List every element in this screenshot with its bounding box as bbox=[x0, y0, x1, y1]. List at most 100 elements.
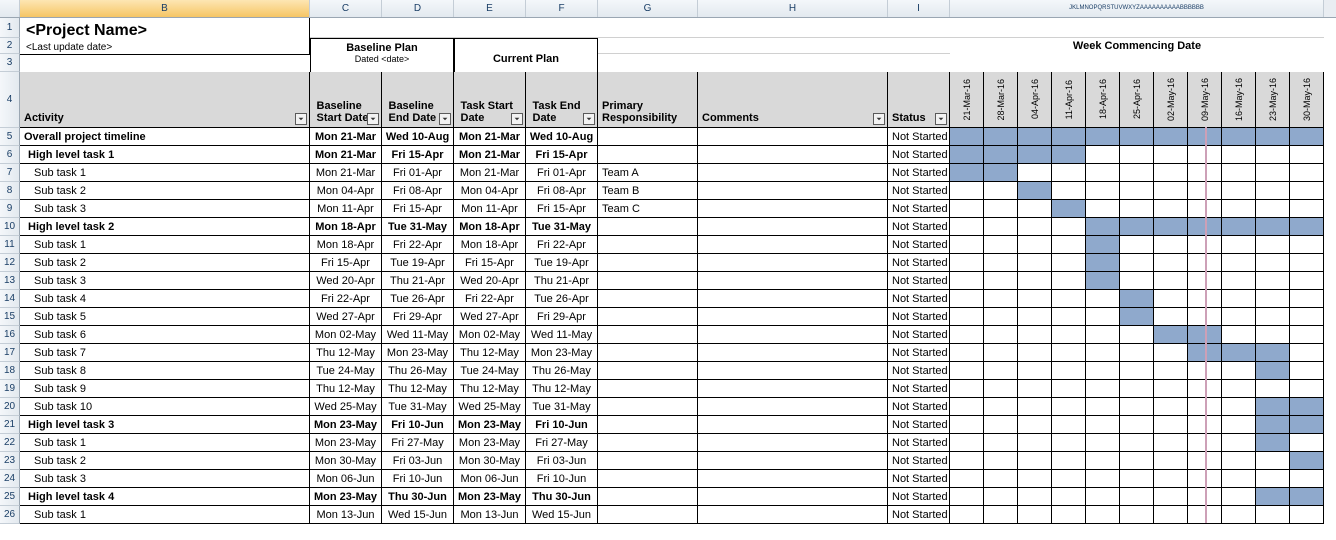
cell-te[interactable]: Fri 15-Apr bbox=[526, 200, 598, 218]
row-head-1[interactable]: 1 bbox=[0, 18, 20, 38]
table-row[interactable]: 11Sub task 1Mon 18-AprFri 22-AprMon 18-A… bbox=[0, 236, 1336, 254]
cell-activity[interactable]: Sub task 1 bbox=[20, 434, 310, 452]
table-row[interactable]: 18Sub task 8Tue 24-MayThu 26-MayTue 24-M… bbox=[0, 362, 1336, 380]
cell-bs[interactable]: Thu 12-May bbox=[310, 344, 382, 362]
cell-activity[interactable]: Sub task 6 bbox=[20, 326, 310, 344]
cell-te[interactable]: Fri 10-Jun bbox=[526, 416, 598, 434]
cell-ts[interactable]: Mon 21-Mar bbox=[454, 128, 526, 146]
table-row[interactable]: 9Sub task 3Mon 11-AprFri 15-AprMon 11-Ap… bbox=[0, 200, 1336, 218]
table-row[interactable]: 20Sub task 10Wed 25-MayTue 31-MayWed 25-… bbox=[0, 398, 1336, 416]
col-head-G[interactable]: G bbox=[598, 0, 698, 17]
filter-icon[interactable] bbox=[583, 113, 595, 125]
filter-icon[interactable] bbox=[439, 113, 451, 125]
cell-be[interactable]: Fri 10-Jun bbox=[382, 470, 454, 488]
cell-bs[interactable]: Mon 21-Mar bbox=[310, 128, 382, 146]
cell-bs[interactable]: Mon 13-Jun bbox=[310, 506, 382, 524]
table-row[interactable]: 14Sub task 4Fri 22-AprTue 26-AprFri 22-A… bbox=[0, 290, 1336, 308]
cell-be[interactable]: Fri 03-Jun bbox=[382, 452, 454, 470]
table-row[interactable]: 8Sub task 2Mon 04-AprFri 08-AprMon 04-Ap… bbox=[0, 182, 1336, 200]
cell-comments[interactable] bbox=[698, 290, 888, 308]
table-row[interactable]: 12Sub task 2Fri 15-AprTue 19-AprFri 15-A… bbox=[0, 254, 1336, 272]
cell-te[interactable]: Wed 15-Jun bbox=[526, 506, 598, 524]
table-row[interactable]: 26Sub task 1Mon 13-JunWed 15-JunMon 13-J… bbox=[0, 506, 1336, 524]
filter-icon[interactable] bbox=[295, 113, 307, 125]
cell-te[interactable]: Fri 15-Apr bbox=[526, 146, 598, 164]
col-head-F[interactable]: F bbox=[526, 0, 598, 17]
cell-bs[interactable]: Mon 21-Mar bbox=[310, 164, 382, 182]
cell-bs[interactable]: Tue 24-May bbox=[310, 362, 382, 380]
cell-resp[interactable] bbox=[598, 452, 698, 470]
cell-bs[interactable]: Wed 27-Apr bbox=[310, 308, 382, 326]
row-head-15[interactable]: 15 bbox=[0, 308, 20, 326]
row-head-10[interactable]: 10 bbox=[0, 218, 20, 236]
row-head-3[interactable]: 3 bbox=[0, 54, 20, 72]
table-row[interactable]: 25High level task 4Mon 23-MayThu 30-JunM… bbox=[0, 488, 1336, 506]
cell-resp[interactable] bbox=[598, 146, 698, 164]
cell-status[interactable]: Not Started bbox=[888, 452, 950, 470]
table-row[interactable]: 16Sub task 6Mon 02-MayWed 11-MayMon 02-M… bbox=[0, 326, 1336, 344]
cell-status[interactable]: Not Started bbox=[888, 344, 950, 362]
cell-te[interactable]: Tue 31-May bbox=[526, 218, 598, 236]
table-row[interactable]: 22Sub task 1Mon 23-MayFri 27-MayMon 23-M… bbox=[0, 434, 1336, 452]
cell-be[interactable]: Wed 15-Jun bbox=[382, 506, 454, 524]
cell-comments[interactable] bbox=[698, 182, 888, 200]
row-head-2[interactable]: 2 bbox=[0, 38, 20, 54]
cell-te[interactable]: Tue 19-Apr bbox=[526, 254, 598, 272]
cell-status[interactable]: Not Started bbox=[888, 506, 950, 524]
filter-icon[interactable] bbox=[367, 113, 379, 125]
cell-comments[interactable] bbox=[698, 218, 888, 236]
table-row[interactable]: 19Sub task 9Thu 12-MayThu 12-MayThu 12-M… bbox=[0, 380, 1336, 398]
row-head-19[interactable]: 19 bbox=[0, 380, 20, 398]
cell-resp[interactable] bbox=[598, 362, 698, 380]
cell-status[interactable]: Not Started bbox=[888, 128, 950, 146]
cell-resp[interactable] bbox=[598, 290, 698, 308]
cell-resp[interactable] bbox=[598, 506, 698, 524]
select-all-corner[interactable] bbox=[0, 0, 20, 17]
cell-status[interactable]: Not Started bbox=[888, 146, 950, 164]
cell-ts[interactable]: Mon 18-Apr bbox=[454, 218, 526, 236]
cell-status[interactable]: Not Started bbox=[888, 272, 950, 290]
col-head-narrow[interactable]: JKLMNOPQRSTUVWXYZAAAAAAAAAABBBBBB bbox=[950, 0, 1324, 17]
filter-icon[interactable] bbox=[511, 113, 523, 125]
table-row[interactable]: 24Sub task 3Mon 06-JunFri 10-JunMon 06-J… bbox=[0, 470, 1336, 488]
cell-be[interactable]: Fri 08-Apr bbox=[382, 182, 454, 200]
cell-resp[interactable] bbox=[598, 236, 698, 254]
cell-comments[interactable] bbox=[698, 506, 888, 524]
cell-resp[interactable] bbox=[598, 128, 698, 146]
cell-activity[interactable]: Sub task 3 bbox=[20, 200, 310, 218]
table-row[interactable]: 21High level task 3Mon 23-MayFri 10-JunM… bbox=[0, 416, 1336, 434]
cell-activity[interactable]: Sub task 3 bbox=[20, 470, 310, 488]
cell-ts[interactable]: Mon 21-Mar bbox=[454, 146, 526, 164]
row-head-6[interactable]: 6 bbox=[0, 146, 20, 164]
row-head-16[interactable]: 16 bbox=[0, 326, 20, 344]
cell-te[interactable]: Mon 23-May bbox=[526, 344, 598, 362]
cell-be[interactable]: Tue 31-May bbox=[382, 398, 454, 416]
cell-comments[interactable] bbox=[698, 398, 888, 416]
cell-resp[interactable] bbox=[598, 434, 698, 452]
cell-comments[interactable] bbox=[698, 272, 888, 290]
col-head-B[interactable]: B bbox=[20, 0, 310, 17]
cell-activity[interactable]: Sub task 1 bbox=[20, 236, 310, 254]
col-head-D[interactable]: D bbox=[382, 0, 454, 17]
cell-ts[interactable]: Fri 22-Apr bbox=[454, 290, 526, 308]
cell-ts[interactable]: Mon 13-Jun bbox=[454, 506, 526, 524]
cell-be[interactable]: Fri 27-May bbox=[382, 434, 454, 452]
cell-be[interactable]: Wed 11-May bbox=[382, 326, 454, 344]
row-head-17[interactable]: 17 bbox=[0, 344, 20, 362]
cell-be[interactable]: Thu 12-May bbox=[382, 380, 454, 398]
cell-ts[interactable]: Mon 06-Jun bbox=[454, 470, 526, 488]
cell-resp[interactable] bbox=[598, 272, 698, 290]
table-row[interactable]: 15Sub task 5Wed 27-AprFri 29-AprWed 27-A… bbox=[0, 308, 1336, 326]
cell-status[interactable]: Not Started bbox=[888, 164, 950, 182]
cell-activity[interactable]: High level task 2 bbox=[20, 218, 310, 236]
cell-status[interactable]: Not Started bbox=[888, 434, 950, 452]
cell-te[interactable]: Tue 26-Apr bbox=[526, 290, 598, 308]
cell-bs[interactable]: Mon 21-Mar bbox=[310, 146, 382, 164]
table-row[interactable]: 6High level task 1Mon 21-MarFri 15-AprMo… bbox=[0, 146, 1336, 164]
cell-activity[interactable]: High level task 4 bbox=[20, 488, 310, 506]
cell-ts[interactable]: Wed 20-Apr bbox=[454, 272, 526, 290]
cell-te[interactable]: Fri 03-Jun bbox=[526, 452, 598, 470]
cell-bs[interactable]: Mon 11-Apr bbox=[310, 200, 382, 218]
row-head-20[interactable]: 20 bbox=[0, 398, 20, 416]
cell-te[interactable]: Wed 11-May bbox=[526, 326, 598, 344]
